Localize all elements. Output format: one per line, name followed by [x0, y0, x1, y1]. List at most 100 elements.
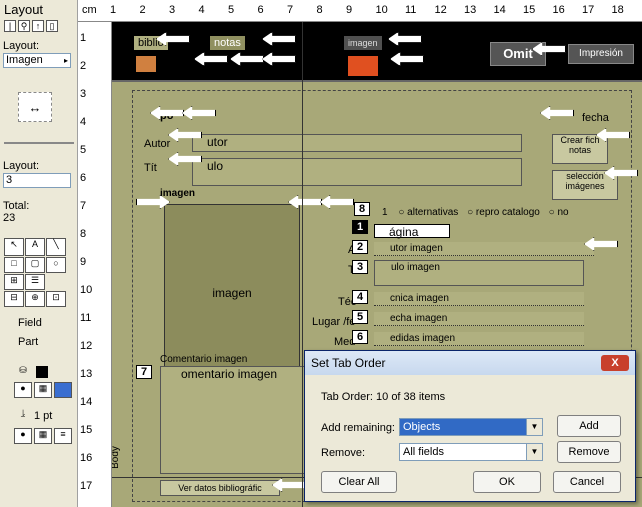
ruler-mark: 9	[80, 256, 87, 268]
pen-icon[interactable]: ⥕	[14, 408, 32, 424]
remove-select[interactable]: All fields ▼	[399, 443, 543, 461]
ruler-mark: 2	[139, 4, 146, 16]
text-tool-icon[interactable]: A	[25, 238, 45, 256]
ruler-mark: 18	[611, 4, 624, 16]
ruler-mark: 4	[80, 116, 87, 128]
dropdown-arrow-icon: ▸	[63, 56, 68, 65]
titulo-label: Tít	[144, 162, 157, 174]
comentario-field[interactable]: omentario imagen	[160, 366, 310, 474]
ruler-mark: 8	[80, 228, 87, 240]
flag-icon[interactable]: ⚲	[18, 20, 30, 32]
field-tool-label[interactable]: Field	[18, 317, 42, 329]
body-part-label[interactable]: Body	[112, 446, 121, 469]
rounded-rect-tool-icon[interactable]: ▢	[25, 257, 45, 273]
vertical-ruler: 1 2 3 4 5 6 7 8 9 10 11 12 13 14 15 16 17	[78, 22, 112, 507]
tab-order-badge[interactable]: 1	[352, 220, 368, 234]
tab-imagen[interactable]: imagen	[344, 36, 382, 50]
line-tool-icon[interactable]: ╲	[46, 238, 66, 256]
ruler-mark: 16	[80, 452, 93, 464]
imagen-section-label: imagen	[160, 188, 196, 199]
fecha-imagen-field[interactable]: echa imagen	[374, 312, 584, 326]
ruler-mark: 15	[523, 4, 536, 16]
tab-notas[interactable]: notas	[210, 36, 245, 50]
layout-number-field[interactable]: 3	[3, 173, 71, 188]
ruler-unit: cm	[82, 4, 97, 16]
fill-bucket-icon[interactable]: ⛁	[14, 365, 32, 381]
tab-order-badge[interactable]: 4	[352, 290, 368, 304]
radio-alternativas[interactable]: ○ alternativas	[398, 207, 458, 218]
dialog-title: Set Tab Order	[305, 351, 635, 375]
fecha-field[interactable]: fecha	[582, 112, 609, 124]
remove-button[interactable]: Remove	[557, 441, 621, 463]
book-icon[interactable]: |	[4, 20, 16, 32]
horizontal-ruler: cm 1 2 3 4 5 6 7 8 9 10 11 12 13 14 15 16 17 18	[78, 0, 642, 22]
button-tool-icon[interactable]: ⊟	[4, 291, 24, 307]
line-pattern-icon[interactable]: ▦	[34, 428, 52, 444]
autor-imagen-field[interactable]: utor imagen	[374, 242, 594, 256]
cancel-button[interactable]: Cancel	[553, 471, 621, 493]
total-label: Total:	[3, 200, 30, 212]
crear-fichas-button[interactable]: Crear fich notas	[552, 134, 608, 164]
ok-button[interactable]: OK	[473, 471, 541, 493]
portal-tool-icon[interactable]: ☰	[25, 274, 45, 290]
rectangle-tool-icon[interactable]: □	[4, 257, 24, 273]
medidas-field[interactable]: edidas imagen	[374, 332, 584, 346]
radio-no[interactable]: ○ no	[549, 207, 569, 218]
titulo-field[interactable]: ulo	[192, 158, 522, 186]
radio-repro-catalogo[interactable]: ○ repro catalogo	[467, 207, 540, 218]
tab-order-badge[interactable]: 5	[352, 310, 368, 324]
titulo-imagen-field[interactable]: ulo imagen	[374, 260, 584, 286]
ruler-mark: 3	[169, 4, 176, 16]
clear-all-button[interactable]: Clear All	[321, 471, 397, 493]
add-remaining-select[interactable]: Objects ▼	[399, 418, 543, 436]
ruler-mark: 10	[80, 284, 93, 296]
line-color-icon[interactable]: ●	[14, 428, 32, 444]
radio-option-1[interactable]: 1	[382, 207, 388, 218]
remove-label: Remove:	[321, 447, 366, 459]
ruler-mark: 13	[464, 4, 477, 16]
autor-field[interactable]: utor	[192, 134, 522, 152]
ruler-mark: 5	[80, 144, 87, 156]
ruler-mark: 9	[346, 4, 353, 16]
autor-label: Autor	[144, 138, 171, 150]
line-width-icon[interactable]: ≡	[54, 428, 72, 444]
ruler-mark: 13	[80, 368, 93, 380]
effects-icon[interactable]	[54, 382, 72, 398]
doc-icon[interactable]: ▯	[46, 20, 58, 32]
layout-select[interactable]: Imagen ▸	[3, 53, 71, 68]
close-button[interactable]: X	[601, 355, 629, 371]
web-viewer-icon[interactable]: ⊕	[25, 291, 45, 307]
tab-order-badge[interactable]: 2	[352, 240, 368, 254]
comentario-label: Comentario imagen	[160, 354, 248, 365]
up-arrow-icon[interactable]: ↑	[32, 20, 44, 32]
tab-order-badge[interactable]: 7	[136, 365, 152, 379]
ruler-mark: 8	[316, 4, 323, 16]
tab-control-icon[interactable]: ⊡	[46, 291, 66, 307]
print-button[interactable]: Impresión	[568, 44, 634, 64]
ruler-mark: 6	[257, 4, 264, 16]
ruler-mark: 11	[80, 312, 92, 324]
tab-order-badge[interactable]: 6	[352, 330, 368, 344]
add-button[interactable]: Add	[557, 415, 621, 437]
oval-tool-icon[interactable]: ○	[46, 257, 66, 273]
pen-size[interactable]: 1 pt	[34, 410, 52, 422]
part-tool-label[interactable]: Part	[18, 336, 38, 348]
color-palette-icon[interactable]: ●	[14, 382, 32, 398]
slider[interactable]	[4, 142, 74, 144]
radio-group[interactable]: 1 ○ alternativas ○ repro catalogo ○ no	[372, 206, 626, 220]
tab-order-badge[interactable]: 8	[354, 202, 370, 216]
ruler-mark: 1	[80, 32, 87, 44]
fill-color-swatch[interactable]	[36, 366, 48, 378]
pagina-field[interactable]: ágina	[374, 224, 450, 239]
field-tool-icon[interactable]: ⊞	[4, 274, 24, 290]
pointer-tool-icon[interactable]: ↖	[4, 238, 24, 256]
book-pages-icon[interactable]: ↔	[18, 92, 52, 122]
ruler-mark: 15	[80, 424, 93, 436]
pattern-icon[interactable]: ▦	[34, 382, 52, 398]
ver-datos-button[interactable]: Ver datos bibliográfic	[160, 480, 280, 496]
tecnica-field[interactable]: cnica imagen	[374, 292, 584, 306]
ruler-mark: 12	[434, 4, 447, 16]
ruler-mark: 16	[552, 4, 565, 16]
header-icon-red[interactable]	[348, 56, 378, 76]
tab-order-badge[interactable]: 3	[352, 260, 368, 274]
